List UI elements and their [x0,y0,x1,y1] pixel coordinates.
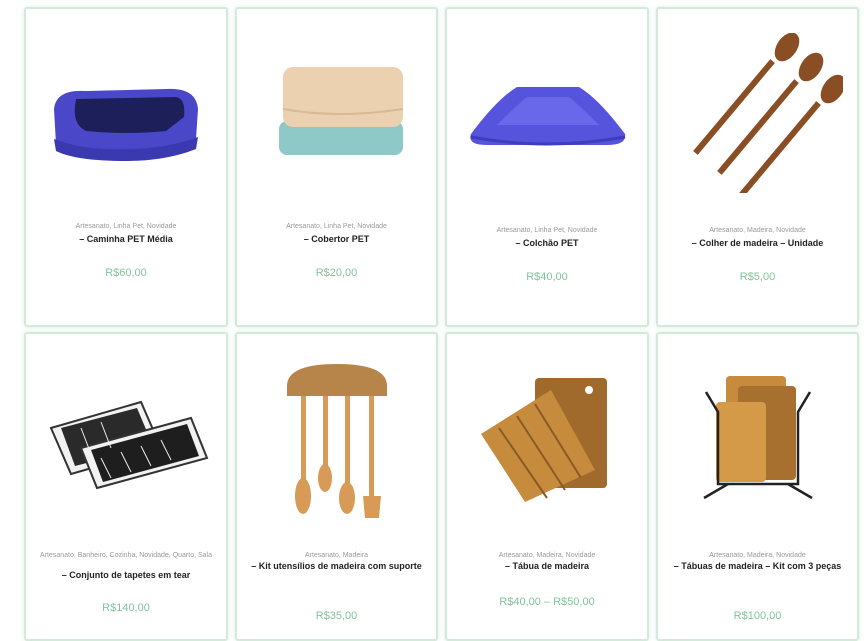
utensil-rack-icon[interactable] [237,356,436,524]
product-categories: Artesanato, Linha Pet, Novidade [75,223,177,230]
product-title[interactable]: – Tábuas de madeira – Kit com 3 peças [664,560,851,573]
product-card[interactable]: Artesanato, Linha Pet, Novidade – Colchã… [445,7,649,327]
product-title[interactable]: – Cobertor PET [243,233,430,246]
product-price: R$60,00 [105,267,147,279]
product-title[interactable]: – Tábua de madeira [453,560,641,573]
product-grid: Artesanato, Linha Pet, Novidade – Caminh… [0,0,866,641]
product-categories: Artesanato, Banheiro, Cozinha, Novidade,… [40,552,212,559]
product-categories: Artesanato, Linha Pet, Novidade [496,227,598,234]
product-price: R$35,00 [315,610,358,622]
product-categories: Artesanato, Linha Pet, Novidade [286,223,387,230]
product-title[interactable]: – Kit utensílios de madeira com suporte [243,560,430,573]
product-price: R$40,00 – R$50,00 [499,596,595,608]
product-card[interactable]: Artesanato, Madeira, Novidade – Tábuas d… [656,332,859,641]
product-title[interactable]: – Conjunto de tapetes em tear [32,569,220,582]
product-card[interactable]: Artesanato, Linha Pet, Novidade – Caminh… [24,7,228,327]
product-price: R$40,00 [526,271,568,283]
pet-mattress-icon[interactable] [447,79,647,154]
product-title[interactable]: – Colchão PET [453,237,641,250]
product-price: R$100,00 [733,610,782,622]
product-title[interactable]: – Caminha PET Média [32,233,220,246]
pet-bed-icon[interactable] [26,69,226,164]
product-card[interactable]: Artesanato, Madeira, Novidade – Tábua de… [445,332,649,641]
product-price: R$5,00 [739,271,776,283]
product-categories: Artesanato, Madeira, Novidade [709,227,806,234]
product-card[interactable]: Artesanato, Linha Pet, Novidade – Cobert… [235,7,438,327]
product-card[interactable]: Artesanato, Madeira – Kit utensílios de … [235,332,438,641]
rugs-icon[interactable] [26,388,226,498]
product-price: R$20,00 [315,267,358,279]
product-categories: Artesanato, Madeira [304,552,369,559]
product-categories: Artesanato, Madeira, Novidade [709,552,806,559]
board-rack-icon[interactable] [658,372,857,504]
wooden-spoons-icon[interactable] [658,33,857,193]
cutting-boards-icon[interactable] [447,374,647,504]
product-categories: Artesanato, Madeira, Novidade [498,552,596,559]
product-card[interactable]: Artesanato, Banheiro, Cozinha, Novidade,… [24,332,228,641]
product-title[interactable]: – Colher de madeira – Unidade [664,237,851,250]
product-price: R$140,00 [102,602,150,614]
product-card[interactable]: Artesanato, Madeira, Novidade – Colher d… [656,7,859,327]
pet-blanket-icon[interactable] [237,61,436,161]
